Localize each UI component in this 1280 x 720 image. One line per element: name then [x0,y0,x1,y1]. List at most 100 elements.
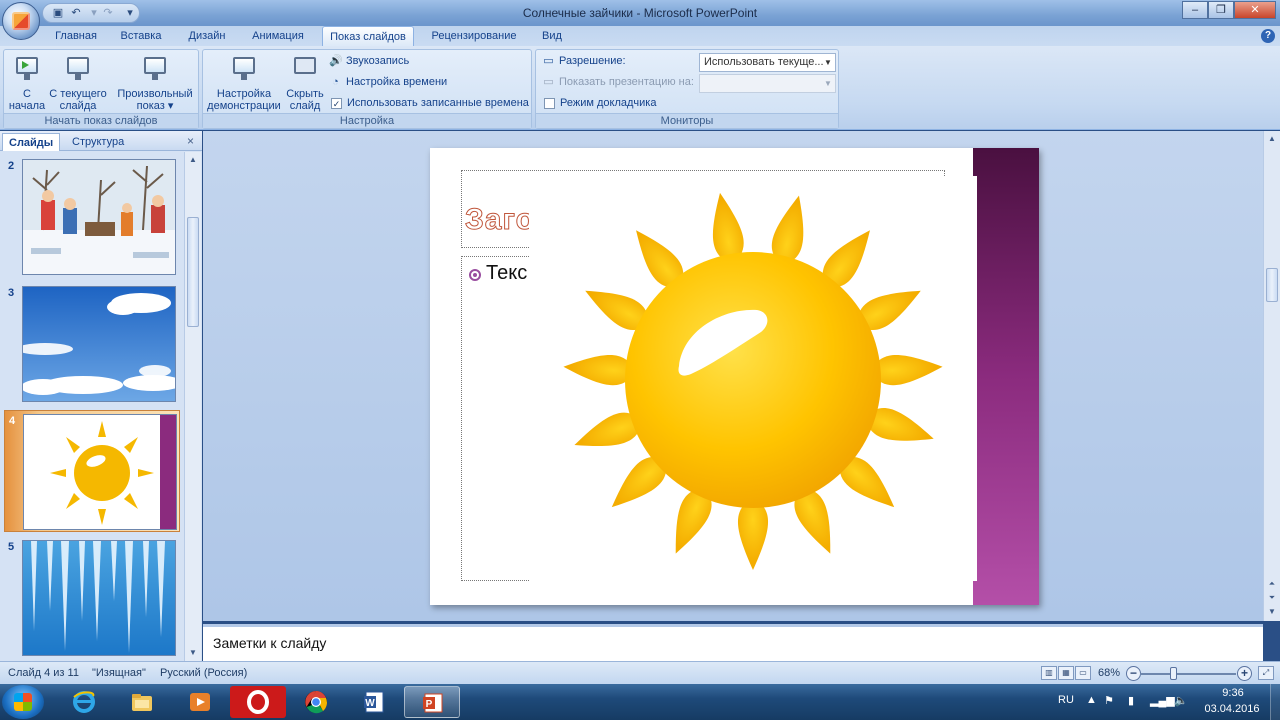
office-button[interactable] [2,2,40,40]
maximize-button[interactable]: ❐ [1208,1,1234,19]
language-indicator[interactable]: Русский (Россия) [160,667,247,679]
zoom-slider[interactable] [1140,673,1236,675]
record-narration-button[interactable]: 🔊 Звукозапись [329,52,409,70]
tab-view[interactable]: Вид [534,26,570,46]
normal-view-icon[interactable]: ▥ [1041,666,1057,680]
tab-slides[interactable]: Слайды [2,133,61,151]
close-icon[interactable]: × [187,134,194,148]
office-logo-icon [12,12,30,30]
chrome-icon[interactable] [288,686,344,718]
setup-show-label: Настройка демонстрации [207,88,281,112]
rehearse-timings-button[interactable]: ◔ Настройка времени [329,73,447,91]
powerpoint-icon[interactable]: P [404,686,460,718]
winter-kids-thumbnail [22,159,176,275]
start-button[interactable] [2,685,44,719]
input-language[interactable]: RU [1058,694,1074,706]
tray-expand-icon[interactable]: ▲ [1086,694,1097,706]
icicles-thumbnail [22,540,176,656]
slide-thumbnail-2[interactable]: 2 [4,156,180,278]
chevron-down-icon: ▼ [824,79,832,88]
next-slide-icon[interactable]: ⏷ [1265,591,1279,605]
group-label-monitors: Мониторы [536,113,838,128]
slides-panel-scrollbar[interactable]: ▲ ▼ [184,152,201,661]
clock-date[interactable]: 03.04.2016 [1198,703,1266,715]
volume-icon[interactable]: 🔈 [1174,694,1188,707]
fit-to-window-icon[interactable]: ⤢ [1258,666,1274,680]
word-icon[interactable]: W [346,686,402,718]
scroll-down-icon[interactable]: ▼ [1265,605,1279,619]
redo-icon[interactable]: ↷ [101,7,115,20]
scroll-thumb[interactable] [187,217,199,327]
tab-animation[interactable]: Анимация [244,26,312,46]
hide-slide-button[interactable]: Скрыть слайд [283,54,327,112]
record-narration-label: Звукозапись [346,55,410,67]
custom-show-label: Произвольный показ ▾ [117,88,193,112]
tab-outline[interactable]: Структура [66,133,130,151]
slide-workspace: Загол Текс [203,131,1263,621]
slideshow-view-icon[interactable]: ▭ [1075,666,1091,680]
setup-show-button[interactable]: Настройка демонстрации [205,54,283,112]
chevron-down-icon: ▼ [824,58,832,67]
slide-thumbnail-3[interactable]: 3 [4,283,180,405]
scroll-up-icon[interactable]: ▲ [186,153,200,167]
resolution-select[interactable]: Использовать текуще... ▼ [699,53,836,72]
from-current-label: С текущего слайда [49,88,107,112]
close-button[interactable]: ✕ [1234,1,1276,19]
show-desktop-button[interactable] [1270,684,1280,720]
slide-number: 4 [9,415,16,427]
slide-number: 2 [8,160,15,172]
clock-time[interactable]: 9:36 [1208,687,1258,699]
power-icon[interactable]: ▮ [1128,694,1134,707]
slide-sorter-icon[interactable]: ▦ [1058,666,1074,680]
slide-number: 3 [8,287,15,299]
zoom-in-icon[interactable]: + [1237,666,1252,681]
slide-thumbnails: 2 3 4 5 [0,152,184,661]
zoom-slider-handle[interactable] [1170,667,1177,680]
custom-show-button[interactable]: Произвольный показ ▾ [114,54,196,112]
zoom-out-icon[interactable]: − [1126,666,1141,681]
presenter-view-check [544,97,555,109]
use-timings-checkbox[interactable]: ✓ Использовать записанные времена [331,94,529,112]
ribbon: С начала С текущего слайда Произвольный … [0,46,1280,130]
minimize-button[interactable]: – [1182,1,1208,19]
custom-show-icon [140,54,170,84]
save-icon[interactable]: ▣ [51,7,65,20]
slide-canvas[interactable]: Загол Текс [430,148,1039,605]
scroll-down-icon[interactable]: ▼ [186,646,200,660]
tab-home[interactable]: Главная [48,26,104,46]
internet-explorer-icon[interactable] [56,686,112,718]
network-signal-icon[interactable]: ▂▄▆ [1150,694,1175,707]
tab-review[interactable]: Рецензирование [424,26,524,46]
sun-image[interactable] [529,176,977,581]
show-on-select[interactable]: ▼ [699,74,836,93]
undo-dropdown-icon[interactable]: ▾ [87,7,101,20]
zoom-level[interactable]: 68% [1098,667,1120,679]
scroll-thumb[interactable] [1266,268,1278,302]
hide-slide-label: Скрыть слайд [286,88,324,112]
tab-insert[interactable]: Вставка [112,26,170,46]
tab-slideshow[interactable]: Показ слайдов [322,26,414,47]
hide-slide-icon [290,54,320,84]
media-player-icon[interactable] [172,686,228,718]
slides-panel-tabs: Слайды Структура × [0,131,202,151]
help-icon[interactable]: ? [1261,29,1275,43]
customize-qat-icon[interactable]: ▾ [123,7,137,20]
sky-clouds-thumbnail [22,286,176,402]
workspace-scrollbar[interactable]: ▲ ⏶ ⏷ ▼ [1263,131,1280,621]
notes-pane[interactable]: Заметки к слайду [203,624,1263,661]
presenter-view-checkbox[interactable]: Режим докладчика [544,94,656,112]
file-explorer-icon[interactable] [114,686,170,718]
tab-design[interactable]: Дизайн [180,26,234,46]
previous-slide-icon[interactable]: ⏶ [1265,577,1279,591]
undo-icon[interactable]: ↶ [69,7,83,20]
action-center-flag-icon[interactable]: ⚑ [1104,694,1114,707]
resolution-label: ▭ Разрешение: [543,55,626,68]
scroll-up-icon[interactable]: ▲ [1265,132,1279,146]
from-current-slide-button[interactable]: С текущего слайда [48,54,108,112]
slide-thumbnail-5[interactable]: 5 [4,537,180,659]
opera-icon[interactable] [230,686,286,718]
from-beginning-button[interactable]: С начала [7,54,47,112]
slide-thumbnail-4[interactable]: 4 [4,410,180,532]
group-label-setup: Настройка [203,113,531,128]
theme-name[interactable]: "Изящная" [92,667,146,679]
